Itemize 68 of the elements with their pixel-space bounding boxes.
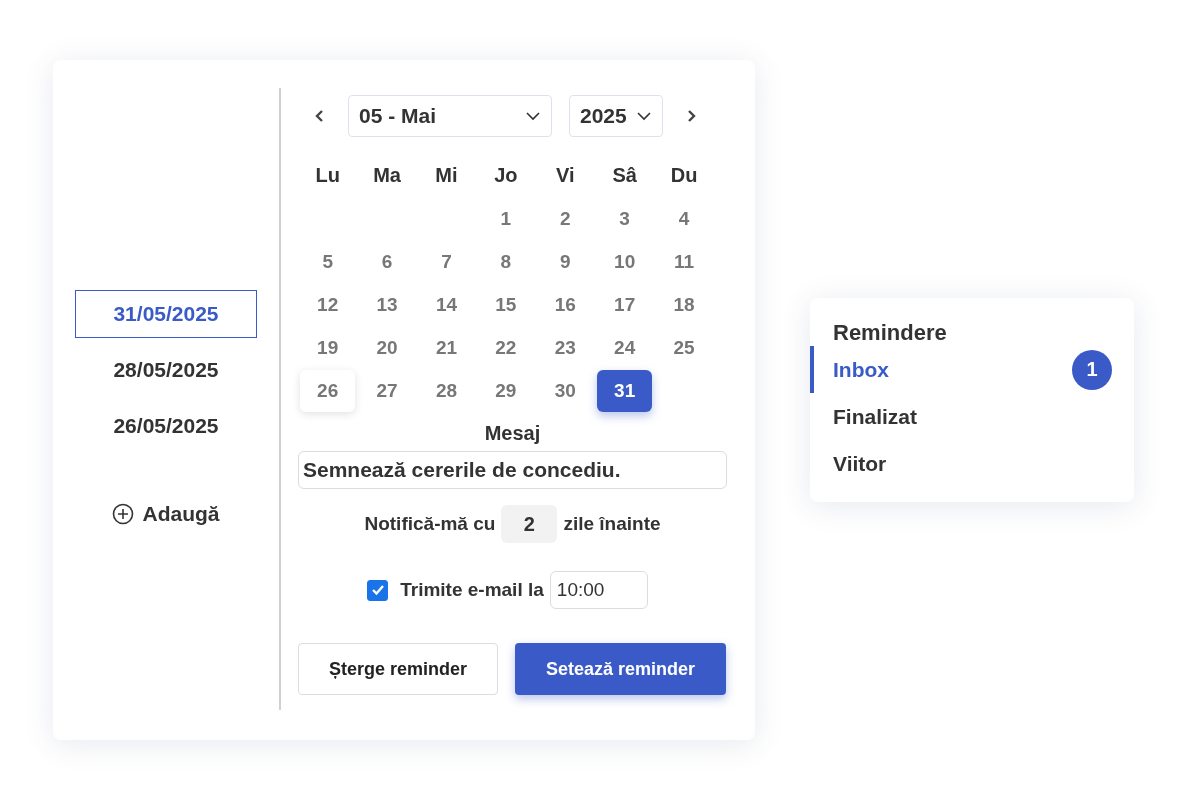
calendar-day[interactable]: 15 — [478, 283, 534, 326]
month-select[interactable]: 05 - Mai — [348, 95, 552, 137]
calendar-day[interactable]: 14 — [418, 283, 474, 326]
sidebar-item-label: Viitor — [833, 451, 887, 476]
date-item[interactable]: 26/05/2025 — [75, 402, 257, 450]
calendar-day[interactable]: 30 — [537, 369, 593, 412]
sidebar-item[interactable]: Inbox 1 — [810, 346, 1134, 393]
notify-suffix: zile înainte — [563, 513, 661, 535]
calendar-day[interactable]: 7 — [418, 240, 474, 283]
calendar-day[interactable]: 12 — [300, 283, 356, 326]
calendar-day[interactable]: 23 — [537, 326, 593, 369]
calendar-day[interactable]: 9 — [537, 240, 593, 283]
calendar-day[interactable]: 21 — [418, 326, 474, 369]
add-button[interactable]: Adaugă — [108, 498, 224, 530]
calendar-day[interactable]: 17 — [597, 283, 653, 326]
weekday-label: Vi — [555, 163, 576, 188]
calendar-day[interactable]: 10 — [597, 240, 653, 283]
calendar-day[interactable]: 16 — [537, 283, 593, 326]
calendar-day[interactable]: 22 — [478, 326, 534, 369]
count-badge: 1 — [1072, 349, 1112, 390]
plus-circle-icon — [112, 503, 135, 525]
calendar-day[interactable]: 27 — [359, 369, 415, 412]
calendar-day[interactable]: 25 — [656, 326, 712, 369]
sidebar-item-label: Finalizat — [833, 404, 917, 429]
notify-label: Notifică-mă cu — [364, 513, 496, 535]
sidebar-item[interactable]: Finalizat — [810, 393, 1134, 440]
calendar-day[interactable]: 1 — [478, 197, 534, 240]
sidebar-item[interactable]: Viitor — [810, 440, 1134, 487]
weekday-label: Jo — [493, 163, 519, 188]
next-icon[interactable] — [685, 109, 697, 123]
chevron-down-icon — [525, 111, 541, 121]
calendar-day[interactable]: 29 — [478, 369, 534, 412]
calendar-day[interactable]: 24 — [597, 326, 653, 369]
time-field[interactable]: 10:00 — [549, 571, 648, 609]
calendar-day[interactable]: 26 — [300, 369, 356, 412]
calendar-day[interactable]: 28 — [418, 369, 474, 412]
email-label: Trimite e-mail la — [400, 579, 544, 601]
calendar-day[interactable]: 11 — [656, 240, 712, 283]
checkmark-icon — [370, 584, 385, 596]
sidebar-item-label: Inbox — [833, 357, 889, 382]
calendar-day[interactable]: 5 — [300, 240, 356, 283]
date-item[interactable]: 28/05/2025 — [75, 346, 257, 394]
delete-reminder-button[interactable]: Șterge reminder — [298, 643, 498, 695]
message-field[interactable]: Semnează cererile de concediu. — [298, 451, 727, 489]
previous-icon[interactable] — [314, 109, 326, 123]
weekday-label: Ma — [372, 163, 402, 188]
weekday-label: Lu — [314, 163, 341, 188]
weekday-label: Mi — [434, 163, 459, 188]
calendar-day[interactable]: 20 — [359, 326, 415, 369]
chevron-down-icon — [636, 111, 652, 121]
calendar-day[interactable]: 18 — [656, 283, 712, 326]
calendar-day[interactable]: 8 — [478, 240, 534, 283]
weekday-label: Du — [669, 163, 699, 188]
calendar-day[interactable]: 4 — [656, 197, 712, 240]
calendar-day[interactable]: 13 — [359, 283, 415, 326]
calendar-day[interactable]: 3 — [597, 197, 653, 240]
email-checkbox[interactable] — [367, 579, 389, 601]
set-reminder-button[interactable]: Setează reminder — [515, 643, 726, 695]
panel-title: Remindere — [833, 320, 948, 346]
days-field[interactable]: 2 — [501, 505, 558, 543]
year-select[interactable]: 2025 — [569, 95, 663, 137]
calendar-day[interactable]: 6 — [359, 240, 415, 283]
date-item[interactable]: 31/05/2025 — [75, 290, 257, 338]
calendar-day[interactable]: 19 — [300, 326, 356, 369]
message-label: Mesaj — [483, 422, 542, 445]
calendar-day[interactable]: 31 — [597, 369, 653, 412]
weekday-label: Sâ — [611, 163, 638, 188]
calendar-day[interactable]: 2 — [537, 197, 593, 240]
